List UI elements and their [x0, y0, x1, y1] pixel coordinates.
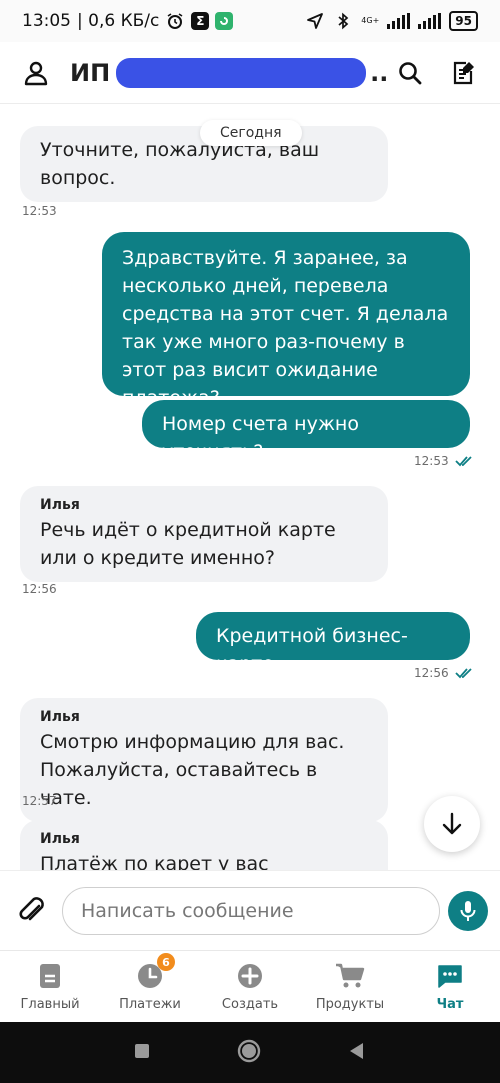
message-bubble-outgoing[interactable]: Номер счета нужно уточнять? — [142, 400, 470, 463]
nav-label: Создать — [221, 997, 279, 1012]
nav-item-payments[interactable]: 6 Платежи — [100, 951, 200, 1022]
payments-badge: 6 — [157, 953, 175, 971]
document-icon — [35, 961, 65, 991]
message-time: 12:56 — [414, 666, 475, 680]
person-icon[interactable] — [18, 55, 54, 91]
nav-label: Платежи — [119, 997, 181, 1012]
chat-icon — [435, 961, 465, 991]
chat-title-prefix: ИП — [70, 58, 111, 87]
microphone-icon — [460, 900, 476, 921]
date-chip: Сегодня — [200, 120, 302, 146]
chat-title-suffix: .. — [370, 58, 389, 87]
bluetooth-icon — [333, 11, 353, 31]
message-bubble-incoming[interactable]: Илья Платёж по карет у вас — [20, 820, 388, 870]
location-icon — [305, 11, 325, 31]
message-bubble-incoming[interactable]: Илья Смотрю информацию для вас. Пожалуйс… — [20, 698, 388, 822]
message-text: Смотрю информацию для вас. Пожалуйста, о… — [40, 731, 345, 809]
nav-label: Чат — [436, 997, 464, 1012]
signal-icon — [387, 13, 411, 29]
message-text: Платёж по карет у вас — [40, 853, 269, 870]
message-sender: Илья — [40, 709, 80, 725]
message-time: 12:57 — [22, 794, 57, 808]
chat-header: ИП .. — [0, 42, 500, 104]
sigma-app-icon: Σ — [191, 12, 210, 30]
attach-icon[interactable] — [12, 891, 52, 931]
nav-item-products[interactable]: Продукты — [300, 951, 400, 1022]
scroll-down-button[interactable] — [424, 796, 480, 852]
search-icon[interactable] — [392, 55, 428, 91]
redacted-name — [116, 57, 367, 88]
message-time: 12:53 — [414, 454, 475, 468]
battery-icon: 95 — [449, 11, 478, 31]
notes-icon[interactable] — [446, 55, 482, 91]
message-composer — [0, 870, 500, 950]
network-type: 4G+ — [361, 16, 380, 25]
arrow-down-icon — [442, 812, 462, 835]
read-checkmarks-icon — [454, 456, 472, 467]
app-notification-icon — [215, 12, 234, 30]
message-sender: Илья — [40, 831, 80, 847]
status-speed: | 0,6 КБ/с — [77, 11, 160, 31]
home-button[interactable] — [236, 1038, 262, 1068]
message-text: Уточните, пожалуйста, ваш вопрос. — [40, 139, 320, 189]
battery-level: 95 — [455, 14, 472, 28]
bottom-navigation: Главный 6 Платежи Создать Продукты Чат — [0, 950, 500, 1022]
chat-messages[interactable]: Сегодня Уточните, пожалуйста, ваш вопрос… — [0, 104, 500, 870]
nav-item-main[interactable]: Главный — [0, 951, 100, 1022]
message-text: Здравствуйте. Я заранее, за несколько дн… — [122, 247, 449, 409]
message-sender: Илья — [40, 497, 80, 513]
microphone-button[interactable] — [448, 890, 488, 931]
status-time: 13:05 — [22, 11, 71, 31]
nav-item-chat[interactable]: Чат — [400, 951, 500, 1022]
nav-label: Главный — [20, 997, 80, 1012]
plus-circle-icon — [235, 961, 265, 991]
clock-icon: 6 — [135, 953, 175, 991]
signal-2-icon — [418, 13, 442, 29]
message-text: Номер счета нужно уточнять? — [162, 413, 359, 463]
message-bubble-outgoing[interactable]: Здравствуйте. Я заранее, за несколько дн… — [102, 232, 470, 409]
message-bubble-incoming[interactable]: Илья Речь идёт о кредитной карте или о к… — [20, 486, 388, 582]
message-bubble-outgoing[interactable]: Кредитной бизнес-карте — [196, 612, 470, 675]
message-time: 12:53 — [22, 204, 57, 218]
chat-title: ИП .. — [70, 57, 389, 88]
alarm-icon — [165, 11, 185, 31]
recents-button[interactable] — [133, 1042, 151, 1064]
cart-icon — [335, 961, 365, 991]
back-button[interactable] — [347, 1041, 367, 1065]
nav-label: Продукты — [315, 997, 385, 1012]
status-bar: 13:05 | 0,6 КБ/с Σ 4G+ 95 — [0, 0, 500, 42]
system-navigation-bar — [0, 1022, 500, 1083]
message-input[interactable] — [62, 886, 440, 935]
read-checkmarks-icon — [454, 668, 472, 679]
nav-item-create[interactable]: Создать — [200, 951, 300, 1022]
message-time: 12:56 — [22, 582, 57, 596]
message-text: Речь идёт о кредитной карте или о кредит… — [40, 519, 336, 569]
